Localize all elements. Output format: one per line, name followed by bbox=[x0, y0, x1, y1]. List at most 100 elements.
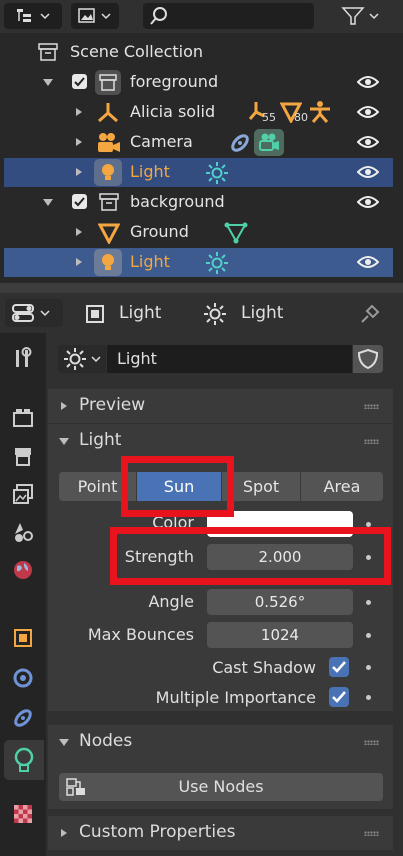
outliner-display-icon bbox=[17, 9, 50, 22]
animate-property-dot[interactable] bbox=[366, 600, 371, 605]
object-row-light-background[interactable]: Light bbox=[4, 248, 393, 277]
mesh-count-badge: 80 bbox=[294, 111, 308, 124]
multiple-importance-checkbox[interactable] bbox=[329, 687, 349, 707]
properties-tab-bar bbox=[0, 333, 46, 856]
sun-icon bbox=[204, 303, 226, 325]
expand-toggle[interactable] bbox=[76, 258, 82, 266]
row-label: Scene Collection bbox=[70, 42, 204, 61]
armature-count-badge: 55 bbox=[262, 111, 276, 124]
filter-view-dropdown[interactable] bbox=[71, 3, 119, 29]
tab-texture[interactable] bbox=[8, 799, 38, 829]
mesh-object-icon bbox=[98, 223, 120, 244]
object-properties-icon bbox=[14, 629, 32, 647]
drag-grip-icon[interactable] bbox=[364, 831, 379, 836]
use-nodes-label: Use Nodes bbox=[178, 777, 264, 796]
preview-panel-header[interactable]: Preview bbox=[48, 389, 393, 423]
constraint-icon bbox=[14, 709, 32, 727]
tab-tool[interactable] bbox=[8, 343, 38, 373]
search-input[interactable] bbox=[143, 3, 314, 29]
collapse-toggle bbox=[59, 438, 69, 445]
collection-box-icon bbox=[99, 193, 119, 211]
light-panel-header[interactable]: Light bbox=[48, 424, 393, 458]
datablock-name-field[interactable]: Light bbox=[107, 345, 352, 373]
datablock-name: Light bbox=[117, 349, 157, 368]
collapse-toggle[interactable] bbox=[43, 79, 53, 86]
collection-row-background[interactable]: background bbox=[4, 188, 393, 217]
collection-box-icon bbox=[38, 43, 58, 61]
eye-icon[interactable] bbox=[357, 105, 379, 119]
drag-grip-icon[interactable] bbox=[364, 740, 379, 745]
angle-label: Angle bbox=[148, 592, 194, 611]
drag-grip-icon[interactable] bbox=[364, 439, 379, 444]
breadcrumb-object: Light bbox=[119, 303, 162, 323]
shield-icon bbox=[357, 348, 379, 370]
light-bulb-icon bbox=[94, 159, 122, 186]
eye-icon[interactable] bbox=[357, 195, 379, 209]
collection-row-foreground[interactable]: foreground bbox=[4, 68, 393, 97]
max-bounces-field[interactable]: 1024 bbox=[207, 622, 353, 648]
tab-scene[interactable] bbox=[8, 517, 38, 547]
breadcrumb-data: Light bbox=[241, 303, 284, 323]
animate-property-dot[interactable] bbox=[366, 695, 371, 700]
expand-toggle[interactable] bbox=[76, 228, 82, 236]
angle-field[interactable]: 0.526° bbox=[207, 589, 353, 615]
tab-physics[interactable] bbox=[8, 663, 38, 693]
eye-icon[interactable] bbox=[357, 255, 379, 269]
object-icon bbox=[86, 305, 104, 323]
object-row-camera[interactable]: Camera bbox=[4, 128, 393, 157]
exclude-checkbox[interactable] bbox=[72, 194, 87, 209]
object-row-light-foreground[interactable]: Light bbox=[4, 158, 393, 187]
eye-icon[interactable] bbox=[357, 135, 379, 149]
use-nodes-button[interactable]: Use Nodes bbox=[59, 773, 383, 801]
search-icon bbox=[150, 7, 167, 25]
collapse-toggle bbox=[59, 739, 69, 746]
mesh-data-icon bbox=[224, 222, 248, 244]
camera-icon bbox=[98, 133, 120, 152]
nodes-panel-header[interactable]: Nodes bbox=[48, 725, 393, 759]
sun-icon bbox=[64, 348, 101, 370]
fake-user-button[interactable] bbox=[353, 345, 383, 373]
camera-data-icon bbox=[254, 129, 284, 156]
exclude-checkbox[interactable] bbox=[72, 74, 87, 89]
tab-view-layer[interactable] bbox=[8, 479, 38, 509]
cast-shadow-label: Cast Shadow bbox=[212, 658, 316, 677]
light-type-browse-button[interactable] bbox=[58, 345, 106, 373]
multiple-importance-label: Multiple Importance bbox=[155, 688, 316, 707]
light-bulb-icon bbox=[94, 249, 122, 276]
display-mode-dropdown[interactable] bbox=[4, 3, 62, 29]
editor-type-dropdown[interactable] bbox=[5, 299, 63, 327]
light-type-area[interactable]: Area bbox=[301, 472, 383, 501]
panel-title: Light bbox=[79, 430, 122, 450]
expand-toggle[interactable] bbox=[76, 108, 82, 116]
outliner-header bbox=[0, 0, 403, 33]
tab-light-data-active[interactable] bbox=[4, 740, 44, 780]
expand-toggle[interactable] bbox=[76, 138, 82, 146]
expand-toggle[interactable] bbox=[76, 168, 82, 176]
animate-property-dot[interactable] bbox=[366, 633, 371, 638]
properties-editor-icon bbox=[12, 304, 50, 322]
drag-grip-icon[interactable] bbox=[364, 404, 379, 409]
cast-shadow-checkbox[interactable] bbox=[329, 657, 349, 677]
sun-light-data-icon bbox=[206, 162, 228, 184]
scene-collection-row[interactable]: Scene Collection bbox=[4, 38, 393, 67]
pin-icon[interactable] bbox=[358, 302, 382, 326]
tab-render[interactable] bbox=[8, 403, 38, 433]
eye-icon[interactable] bbox=[357, 165, 379, 179]
tab-constraints[interactable] bbox=[8, 703, 38, 733]
object-row-ground[interactable]: Ground bbox=[4, 218, 393, 247]
object-row-alicia[interactable]: Alicia solid 55 80 bbox=[4, 98, 393, 127]
highlight-sun-annotation bbox=[121, 456, 234, 517]
row-label: Light bbox=[130, 252, 170, 271]
custom-properties-panel-header[interactable]: Custom Properties bbox=[48, 816, 393, 850]
image-icon bbox=[78, 8, 111, 23]
panel-title: Nodes bbox=[79, 731, 133, 751]
armature-icon bbox=[98, 103, 118, 123]
collapse-toggle[interactable] bbox=[43, 199, 53, 206]
tab-object[interactable] bbox=[8, 623, 38, 653]
tab-world[interactable] bbox=[8, 555, 38, 585]
pose-icon bbox=[310, 101, 330, 123]
eye-icon[interactable] bbox=[357, 75, 379, 89]
animate-property-dot[interactable] bbox=[366, 665, 371, 670]
tab-output[interactable] bbox=[8, 441, 38, 471]
filter-dropdown[interactable] bbox=[335, 3, 387, 29]
